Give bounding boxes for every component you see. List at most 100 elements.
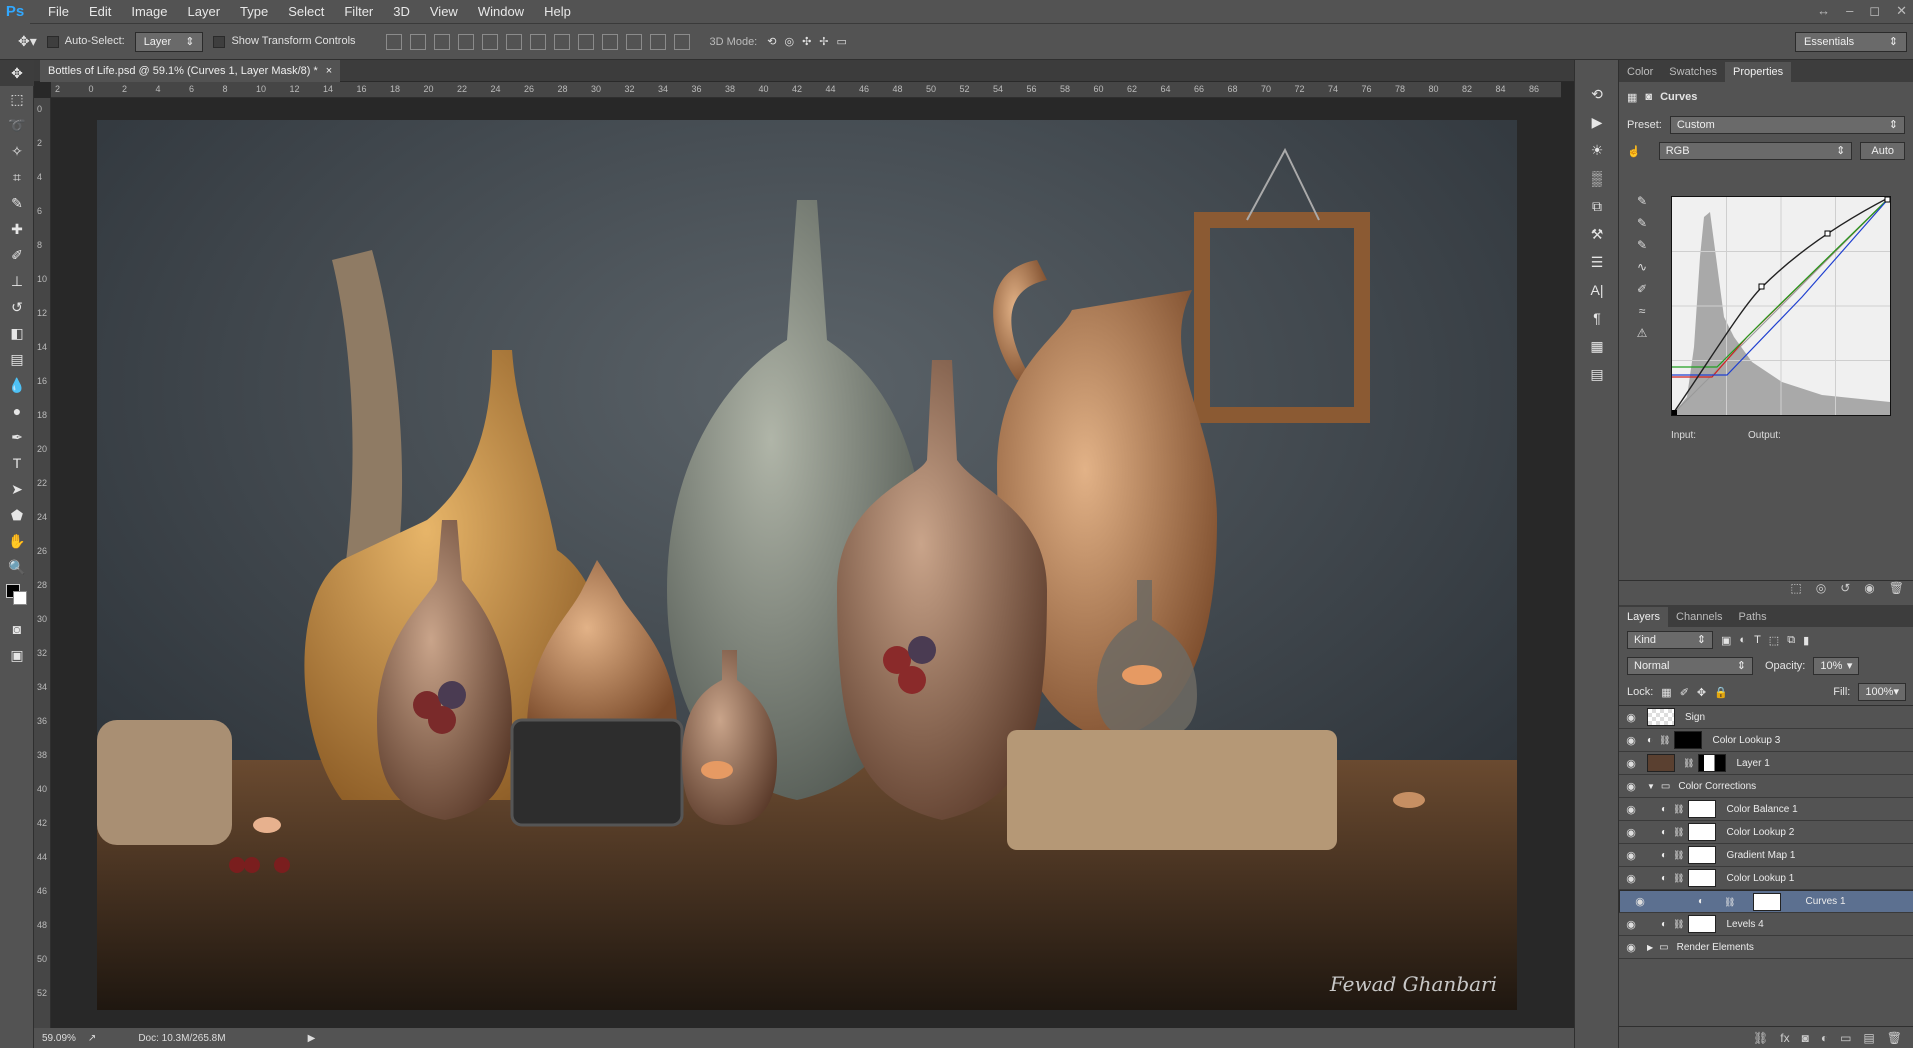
status-menu-icon[interactable]: ▶ — [308, 1033, 316, 1044]
distribute-right-icon[interactable] — [649, 33, 666, 50]
color-swatches-icon[interactable] — [0, 580, 34, 616]
layer-comps-icon[interactable]: ☰ — [1575, 248, 1619, 276]
align-bottom-icon[interactable] — [433, 33, 450, 50]
add-mask-icon[interactable]: ◙ — [1802, 1031, 1809, 1045]
gradient-tool-icon[interactable]: ▤ — [0, 346, 34, 372]
visibility-eye-icon[interactable]: ◉ — [1619, 941, 1643, 954]
align-left-icon[interactable] — [457, 33, 474, 50]
layer-style-icon[interactable]: fx — [1780, 1031, 1789, 1045]
document-tab[interactable]: Bottles of Life.psd @ 59.1% (Curves 1, L… — [40, 60, 341, 82]
filter-adjustment-icon[interactable]: ◐ — [1739, 634, 1746, 646]
clone-source-icon[interactable]: ⧉ — [1575, 192, 1619, 220]
dodge-tool-icon[interactable]: ● — [0, 398, 34, 424]
visibility-eye-icon[interactable]: ◉ — [1628, 893, 1652, 911]
arrange-icon[interactable]: ↔ — [1817, 0, 1830, 22]
mask-link-icon[interactable]: ⛓ — [1673, 919, 1684, 930]
filter-pixel-icon[interactable]: ▣ — [1721, 634, 1731, 647]
mask-link-icon[interactable]: ⛓ — [1673, 804, 1684, 815]
path-select-tool-icon[interactable]: ➤ — [0, 476, 34, 502]
visibility-eye-icon[interactable]: ◉ — [1619, 849, 1643, 862]
tab-paths[interactable]: Paths — [1731, 607, 1775, 627]
opacity-field[interactable]: 10% ▾ — [1813, 657, 1860, 675]
distribute-bottom-icon[interactable] — [577, 33, 594, 50]
layer-thumbnail[interactable] — [1647, 754, 1675, 772]
layer-row[interactable]: ◉ ▶ ▭ Render Elements — [1619, 936, 1913, 959]
filter-smart-icon[interactable]: ⧉ — [1787, 634, 1795, 647]
filter-type-icon[interactable]: T — [1754, 634, 1761, 646]
reset-icon[interactable]: ↺ — [1840, 581, 1850, 600]
document-canvas-image[interactable]: Fewad Ghanbari — [97, 120, 1517, 1010]
layer-thumbnail[interactable] — [1688, 846, 1717, 864]
info-icon[interactable]: ▦ — [1575, 332, 1619, 360]
white-point-eyedropper-icon[interactable]: ✎ — [1627, 234, 1657, 256]
group-toggle-icon[interactable]: ▼ — [1647, 782, 1655, 791]
curves-graph[interactable] — [1671, 196, 1891, 416]
layer-row[interactable]: ◉ ◐ ⛓ Color Lookup 2 — [1619, 821, 1913, 844]
3d-roll-icon[interactable]: ◎ — [784, 35, 794, 48]
stamp-tool-icon[interactable]: ⊥ — [0, 268, 34, 294]
visibility-eye-icon[interactable]: ◉ — [1619, 780, 1643, 793]
eyedropper-tool-icon[interactable]: ✎ — [0, 190, 34, 216]
auto-button[interactable]: Auto — [1860, 142, 1905, 160]
adjustments-icon[interactable]: ☀ — [1575, 136, 1619, 164]
mask-link-icon[interactable]: ⛓ — [1724, 893, 1735, 911]
mask-link-icon[interactable]: ⛓ — [1659, 735, 1670, 746]
channel-dropdown[interactable]: RGB ⇕ — [1658, 142, 1853, 160]
mask-link-icon[interactable]: ⛓ — [1683, 758, 1694, 769]
layer-thumbnail[interactable] — [1688, 915, 1717, 933]
menu-item-layer[interactable]: Layer — [178, 0, 231, 24]
brush-tool-icon[interactable]: ✐ — [0, 242, 34, 268]
fill-field[interactable]: 100% ▾ — [1858, 683, 1906, 701]
screen-mode-icon[interactable]: ▣ — [0, 642, 34, 668]
blend-mode-dropdown[interactable]: Normal ⇕ — [1627, 657, 1753, 675]
show-transform-checkbox[interactable]: Show Transform Controls — [213, 35, 356, 48]
visibility-eye-icon[interactable]: ◉ — [1619, 711, 1643, 724]
view-previous-icon[interactable]: ◎ — [1816, 581, 1826, 600]
layer-thumbnail[interactable] — [1647, 708, 1675, 726]
menu-item-image[interactable]: Image — [121, 0, 177, 24]
visibility-eye-icon[interactable]: ◉ — [1619, 803, 1643, 816]
align-right-icon[interactable] — [505, 33, 522, 50]
shape-tool-icon[interactable]: ⬟ — [0, 502, 34, 528]
black-point-eyedropper-icon[interactable]: ✎ — [1627, 190, 1657, 212]
distribute-left-icon[interactable] — [601, 33, 618, 50]
menu-item-window[interactable]: Window — [468, 0, 534, 24]
3d-scale-icon[interactable]: ▭ — [837, 35, 847, 48]
menu-item-filter[interactable]: Filter — [334, 0, 383, 24]
link-layers-icon[interactable]: ⛓ — [1753, 1031, 1768, 1045]
layer-mask-thumbnail[interactable] — [1698, 754, 1727, 772]
lock-all-icon[interactable]: 🔒 — [1714, 686, 1728, 699]
hand-tool-icon[interactable]: ✋ — [0, 528, 34, 554]
3d-pan-icon[interactable]: ✣ — [802, 35, 811, 48]
kind-filter-dropdown[interactable]: Kind ⇕ — [1627, 631, 1713, 649]
brush-presets-icon[interactable]: ▒ — [1575, 164, 1619, 192]
pen-tool-icon[interactable]: ✒ — [0, 424, 34, 450]
menu-item-type[interactable]: Type — [230, 0, 278, 24]
move-tool-icon[interactable]: ✥ — [0, 60, 34, 86]
mask-link-icon[interactable]: ⛓ — [1673, 850, 1684, 861]
distribute-vcenter-icon[interactable] — [553, 33, 570, 50]
marquee-tool-icon[interactable]: ⬚ — [0, 86, 34, 112]
new-adjustment-icon[interactable]: ◐ — [1821, 1031, 1828, 1045]
tool-presets-icon[interactable]: ⚒ — [1575, 220, 1619, 248]
tab-channels[interactable]: Channels — [1668, 607, 1730, 627]
blur-tool-icon[interactable]: 💧 — [0, 372, 34, 398]
clipping-warning-icon[interactable]: ⚠ — [1627, 322, 1657, 344]
actions-icon[interactable]: ▶ — [1575, 108, 1619, 136]
export-icon[interactable]: ↗ — [88, 1033, 96, 1044]
close-tab-icon[interactable]: × — [326, 60, 332, 82]
tab-layers[interactable]: Layers — [1619, 607, 1669, 627]
visibility-eye-icon[interactable]: ◉ — [1619, 734, 1643, 747]
eraser-tool-icon[interactable]: ◧ — [0, 320, 34, 346]
align-top-icon[interactable] — [385, 33, 402, 50]
align-hcenter-icon[interactable] — [481, 33, 498, 50]
layer-thumbnail[interactable] — [1688, 800, 1717, 818]
layer-row[interactable]: ◉ ◐ ⛓ Gradient Map 1 — [1619, 844, 1913, 867]
layer-row[interactable]: ◉ ▼ ▭ Color Corrections — [1619, 775, 1913, 798]
notes-icon[interactable]: ▤ — [1575, 360, 1619, 388]
character-icon[interactable]: A| — [1575, 276, 1619, 304]
layer-row[interactable]: ◉ ◐ ⛓ Curves 1 — [1619, 890, 1913, 913]
tab-properties[interactable]: Properties — [1725, 62, 1792, 82]
menu-item-select[interactable]: Select — [278, 0, 334, 24]
visibility-eye-icon[interactable]: ◉ — [1619, 918, 1643, 931]
